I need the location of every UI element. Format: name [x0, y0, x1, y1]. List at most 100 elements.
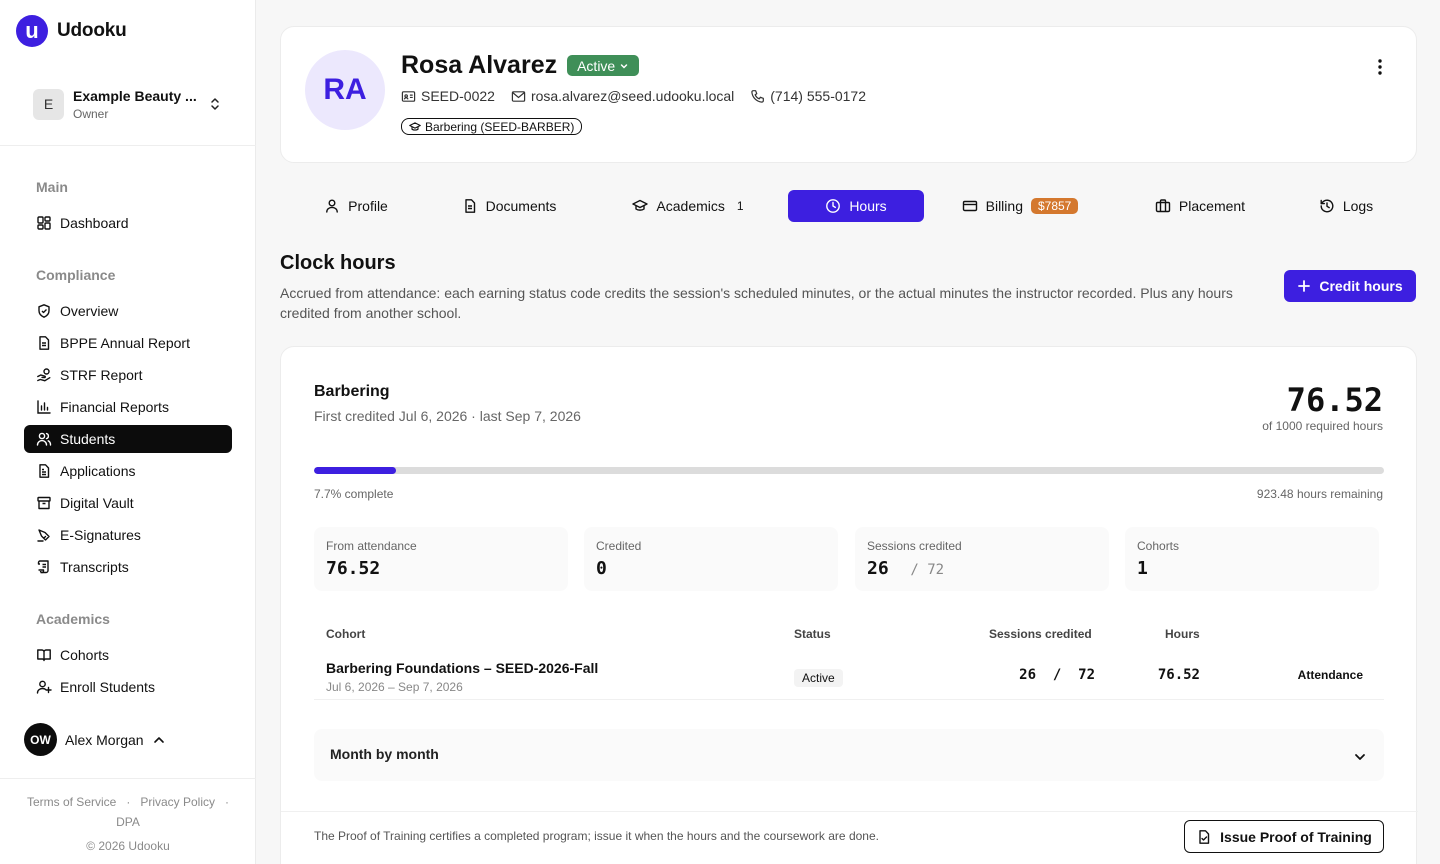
month-by-month-label: Month by month	[330, 746, 439, 762]
student-name-row: Rosa Alvarez Active	[401, 51, 640, 80]
progress-bar-fill	[314, 467, 397, 474]
page-title: Clock hours	[280, 252, 396, 274]
tab-documents[interactable]: Documents	[445, 190, 573, 222]
privacy-link[interactable]: Privacy Policy	[140, 795, 215, 809]
credit-hours-button[interactable]: Credit hours	[1284, 270, 1416, 302]
mail-icon	[511, 90, 526, 102]
sidebar-item-label: STRF Report	[60, 367, 143, 383]
sidebar-item-transcripts[interactable]: Transcripts	[24, 553, 232, 581]
nav-heading-compliance: Compliance	[36, 267, 116, 283]
issue-proof-of-training-button[interactable]: Issue Proof of Training	[1184, 820, 1384, 853]
student-avatar: RA	[305, 50, 385, 130]
graduation-cap-icon	[409, 121, 421, 131]
sidebar-item-bppe-annual-report[interactable]: BPPE Annual Report	[24, 329, 232, 357]
hours-cell: 76.52	[1157, 667, 1200, 683]
briefcase-icon	[1155, 199, 1171, 213]
sidebar-item-label: Dashboard	[60, 215, 129, 231]
sidebar: u Udooku E Example Beauty ... Owner Main…	[0, 0, 256, 864]
student-id: SEED-0022	[401, 88, 495, 104]
tab-profile[interactable]: Profile	[296, 190, 416, 222]
sidebar-item-label: Cohorts	[60, 647, 110, 663]
column-header-sessions: Sessions credited	[989, 627, 1092, 641]
dpa-link[interactable]: DPA	[0, 812, 256, 832]
app-name: Udooku	[57, 20, 127, 41]
org-switcher[interactable]: E Example Beauty ... Owner	[24, 82, 232, 126]
document-icon	[464, 199, 475, 213]
sidebar-item-label: Overview	[60, 303, 119, 319]
tab-hours[interactable]: Hours	[788, 190, 924, 222]
stat-sessions-credited: Sessions credited 26 / 72	[855, 527, 1109, 591]
cohort-dates: Jul 6, 2026 – Sep 7, 2026	[326, 680, 463, 694]
dashboard-icon	[37, 216, 51, 230]
table-row[interactable]: Barbering Foundations – SEED-2026-Fall J…	[314, 652, 1384, 700]
sidebar-item-strf-report[interactable]: STRF Report	[24, 361, 232, 389]
student-name: Rosa Alvarez	[401, 51, 558, 79]
student-email[interactable]: rosa.alvarez@seed.udooku.local	[511, 88, 734, 104]
shield-icon	[38, 304, 50, 318]
graduation-cap-icon	[632, 199, 649, 211]
hand-coins-icon	[37, 368, 51, 382]
status-dropdown[interactable]: Active	[567, 55, 640, 76]
terms-link[interactable]: Terms of Service	[27, 795, 116, 809]
sidebar-item-label: Transcripts	[60, 559, 129, 575]
clock-icon	[826, 199, 841, 213]
sidebar-item-e-signatures[interactable]: E-Signatures	[24, 521, 232, 549]
phone-icon	[751, 89, 765, 103]
status-badge: Active	[794, 669, 843, 687]
student-header-card: RA Rosa Alvarez Active SEED-0022 rosa.al…	[280, 26, 1417, 163]
tab-placement[interactable]: Placement	[1138, 190, 1262, 222]
sidebar-item-label: E-Signatures	[60, 527, 141, 543]
sidebar-item-applications[interactable]: Applications	[24, 457, 232, 485]
id-card-icon	[401, 90, 416, 102]
column-header-status: Status	[794, 627, 831, 641]
org-avatar: E	[33, 88, 64, 120]
sidebar-item-students[interactable]: Students	[24, 425, 232, 453]
sidebar-item-enroll-students[interactable]: Enroll Students	[24, 673, 232, 701]
logo-mark: u	[16, 15, 48, 47]
tab-billing[interactable]: Billing $7857	[950, 190, 1090, 222]
book-open-icon	[37, 649, 51, 662]
sidebar-item-label: Digital Vault	[60, 495, 134, 511]
avatar: OW	[24, 723, 57, 756]
user-plus-icon	[36, 680, 52, 694]
credit-card-icon	[962, 200, 977, 212]
org-name: Example Beauty ...	[73, 87, 197, 104]
users-icon	[36, 432, 52, 446]
more-vertical-icon[interactable]	[1372, 57, 1388, 77]
chevrons-up-down-icon	[211, 98, 219, 110]
sidebar-item-label: Applications	[60, 463, 136, 479]
program-chip[interactable]: Barbering (SEED-BARBER)	[401, 118, 583, 135]
user-icon	[326, 199, 339, 213]
cohort-name: Barbering Foundations – SEED-2026-Fall	[326, 660, 599, 676]
file-check-icon	[1199, 829, 1210, 844]
tab-logs[interactable]: Logs	[1306, 190, 1386, 222]
sidebar-item-cohorts[interactable]: Cohorts	[24, 641, 232, 669]
sidebar-item-overview[interactable]: Overview	[24, 297, 232, 325]
percent-complete: 7.7% complete	[314, 487, 394, 501]
sidebar-footer: Terms of Service · Privacy Policy · DPA © 2…	[0, 792, 256, 856]
document-icon	[39, 336, 50, 350]
source-cell: Attendance	[1297, 668, 1363, 682]
nav-heading-academics: Academics	[36, 611, 110, 627]
program-dates: First credited Jul 6, 2026 · last Sep 7,…	[314, 408, 581, 424]
user-menu[interactable]: OW Alex Morgan	[24, 723, 166, 756]
sessions-cell: 26 / 72	[1019, 667, 1095, 683]
bar-chart-icon	[37, 400, 51, 414]
scroll-icon	[37, 560, 49, 574]
chevron-up-icon	[153, 736, 164, 743]
program-hours-card: Barbering First credited Jul 6, 2026 · l…	[280, 346, 1418, 864]
tab-academics[interactable]: Academics 1	[616, 190, 760, 222]
hours-remaining: 923.48 hours remaining	[1256, 487, 1383, 501]
sidebar-item-financial-reports[interactable]: Financial Reports	[24, 393, 232, 421]
billing-balance-badge: $7857	[1030, 198, 1079, 214]
sidebar-item-dashboard[interactable]: Dashboard	[24, 209, 232, 237]
app-logo[interactable]: u Udooku	[16, 15, 127, 47]
signature-icon	[37, 529, 50, 542]
chevron-down-icon	[620, 63, 628, 69]
sidebar-item-digital-vault[interactable]: Digital Vault	[24, 489, 232, 517]
student-phone[interactable]: (714) 555-0172	[750, 88, 866, 104]
sidebar-item-label: Financial Reports	[60, 399, 169, 415]
nav-heading-main: Main	[36, 179, 68, 195]
month-by-month-toggle[interactable]: Month by month	[314, 729, 1384, 781]
column-header-hours: Hours	[1165, 627, 1200, 641]
